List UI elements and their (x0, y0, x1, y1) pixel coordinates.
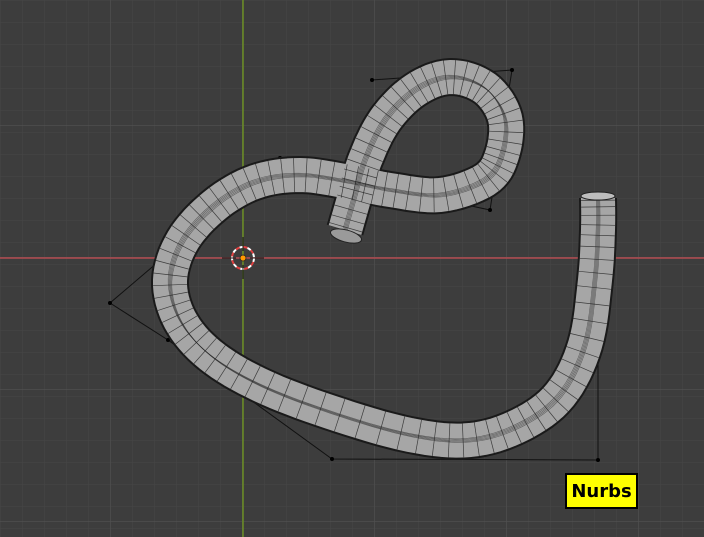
control-point[interactable] (108, 301, 112, 305)
control-point[interactable] (370, 78, 374, 82)
object-origin-icon[interactable] (239, 254, 247, 262)
3d-viewport[interactable]: Nurbs (0, 0, 704, 537)
viewport-canvas[interactable] (0, 0, 704, 537)
control-point[interactable] (330, 457, 334, 461)
tube-wire-ring (581, 206, 616, 208)
tube-end-cap (580, 191, 616, 201)
control-point[interactable] (510, 68, 514, 72)
curve-type-label: Nurbs (565, 473, 638, 509)
control-point[interactable] (596, 458, 600, 462)
control-point[interactable] (488, 208, 492, 212)
